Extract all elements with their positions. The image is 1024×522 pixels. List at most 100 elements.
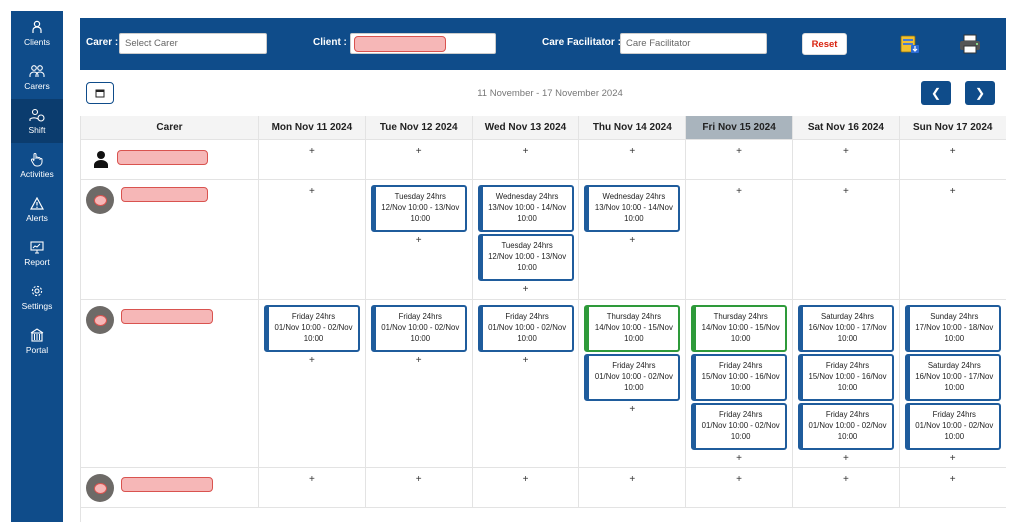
add-shift-button[interactable]: +: [579, 146, 685, 157]
day-cell: Friday 24hrs 01/Nov 10:00 - 02/Nov 10:00 +: [259, 300, 366, 468]
shift-card[interactable]: Friday 24hrs 01/Nov 10:00 - 02/Nov 10:00: [477, 305, 574, 352]
add-shift-button[interactable]: +: [579, 404, 685, 415]
carer-cell: [81, 140, 259, 180]
add-shift-button[interactable]: +: [793, 146, 899, 157]
sidebar-item-shift[interactable]: Shift: [11, 99, 63, 143]
shift-title: Friday 24hrs: [825, 361, 870, 370]
day-cell: +: [899, 140, 1006, 180]
shift-end-time: 10:00: [837, 383, 858, 392]
sidebar-item-alerts[interactable]: Alerts: [11, 187, 63, 231]
day-cell: Friday 24hrs 01/Nov 10:00 - 02/Nov 10:00 +: [472, 300, 580, 468]
add-shift-button[interactable]: +: [579, 235, 685, 246]
shift-card[interactable]: Friday 24hrs 01/Nov 10:00 - 02/Nov 10:00: [264, 305, 360, 352]
shift-time-range: 13/Nov 10:00 - 14/Nov: [594, 203, 673, 212]
shift-card[interactable]: Friday 24hrs 01/Nov 10:00 - 02/Nov 10:00: [691, 403, 788, 450]
add-shift-button[interactable]: +: [900, 453, 1006, 464]
previous-week-button[interactable]: ❮: [921, 81, 951, 105]
shift-card[interactable]: Tuesday 24hrs 12/Nov 10:00 - 13/Nov 10:00: [477, 234, 574, 281]
day-cell: +: [259, 180, 366, 300]
sidebar-item-portal[interactable]: Portal: [11, 319, 63, 363]
sidebar-item-carers[interactable]: Carers: [11, 55, 63, 99]
monitor-icon: [29, 239, 45, 255]
add-shift-button[interactable]: +: [686, 186, 792, 197]
carer-cell: [81, 468, 259, 508]
add-shift-button[interactable]: +: [473, 146, 579, 157]
hand-icon: [29, 151, 45, 167]
add-shift-button[interactable]: +: [793, 453, 899, 464]
shift-card[interactable]: Wednesday 24hrs 13/Nov 10:00 - 14/Nov 10:0…: [477, 185, 574, 232]
shift-card[interactable]: Friday 24hrs 01/Nov 10:00 - 02/Nov 10:00: [584, 354, 681, 401]
shift-title: Thursday 24hrs: [606, 312, 661, 321]
add-shift-button[interactable]: +: [259, 146, 365, 157]
client-select-input[interactable]: [350, 33, 496, 54]
add-shift-button[interactable]: +: [366, 146, 472, 157]
shift-card[interactable]: Tuesday 24hrs 12/Nov 10:00 - 13/Nov 10:00: [370, 185, 467, 232]
shift-card[interactable]: Friday 24hrs 01/Nov 10:00 - 02/Nov 10:00: [370, 305, 467, 352]
add-shift-button[interactable]: +: [366, 355, 472, 366]
shift-card[interactable]: Friday 24hrs 01/Nov 10:00 - 02/Nov 10:00: [798, 403, 894, 450]
reset-button[interactable]: Reset: [802, 33, 847, 55]
carer-select-input[interactable]: [119, 33, 267, 54]
shift-title: Tuesday 24hrs: [394, 192, 446, 201]
day-header: Tue Nov 12 2024: [365, 116, 473, 140]
shift-card[interactable]: Friday 24hrs 01/Nov 10:00 - 02/Nov 10:00: [904, 403, 1001, 450]
day-header: Fri Nov 15 2024: [686, 116, 793, 140]
add-shift-button[interactable]: +: [686, 453, 792, 464]
shift-card[interactable]: Saturday 24hrs 16/Nov 10:00 - 17/Nov 10:00: [904, 354, 1001, 401]
gear-icon: [29, 283, 45, 299]
printer-icon[interactable]: [956, 30, 984, 58]
add-shift-button[interactable]: +: [366, 474, 472, 485]
sidebar-item-settings[interactable]: Settings: [11, 275, 63, 319]
add-shift-button[interactable]: +: [900, 474, 1006, 485]
shift-card[interactable]: Sunday 24hrs 17/Nov 10:00 - 18/Nov 10:00: [904, 305, 1001, 352]
shift-time-range: 15/Nov 10:00 - 16/Nov: [808, 372, 887, 381]
shift-end-time: 10:00: [517, 263, 537, 272]
shift-card[interactable]: Saturday 24hrs 16/Nov 10:00 - 17/Nov 10:00: [798, 305, 894, 352]
add-shift-button[interactable]: +: [473, 284, 579, 295]
care-facilitator-input[interactable]: [620, 33, 767, 54]
warning-icon: [29, 195, 45, 211]
day-cell: +: [259, 468, 366, 508]
shift-title: Thursday 24hrs: [713, 312, 768, 321]
export-icon[interactable]: [896, 30, 924, 58]
shift-title: Friday 24hrs: [719, 361, 763, 370]
day-cell: +: [793, 140, 900, 180]
add-shift-button[interactable]: +: [793, 186, 899, 197]
add-shift-button[interactable]: +: [366, 235, 472, 246]
shift-card[interactable]: Friday 24hrs 15/Nov 10:00 - 16/Nov 10:00: [691, 354, 788, 401]
sidebar-item-report[interactable]: Report: [11, 231, 63, 275]
day-cell: +: [579, 468, 687, 508]
client-filter-label: Client :: [313, 37, 347, 48]
add-shift-button[interactable]: +: [473, 474, 579, 485]
shift-card[interactable]: Thursday 24hrs 14/Nov 10:00 - 15/Nov 10:00: [691, 305, 788, 352]
sidebar-item-clients[interactable]: Clients: [11, 11, 63, 55]
shift-card[interactable]: Friday 24hrs 15/Nov 10:00 - 16/Nov 10:00: [798, 354, 894, 401]
shift-icon: [29, 107, 45, 123]
shift-end-time: 10:00: [944, 432, 965, 441]
add-shift-button[interactable]: +: [473, 355, 579, 366]
calendar-picker-button[interactable]: [86, 82, 114, 104]
shift-title: Saturday 24hrs: [927, 361, 981, 370]
shift-time-range: 15/Nov 10:00 - 16/Nov: [701, 372, 780, 381]
shift-time-range: 16/Nov 10:00 - 17/Nov: [808, 323, 887, 332]
add-shift-button[interactable]: +: [259, 474, 365, 485]
sidebar-item-activities[interactable]: Activities: [11, 143, 63, 187]
next-week-button[interactable]: ❯: [965, 81, 995, 105]
add-shift-button[interactable]: +: [900, 146, 1006, 157]
building-icon: [29, 327, 45, 343]
shift-title: Friday 24hrs: [719, 410, 763, 419]
day-cell: +: [365, 468, 473, 508]
add-shift-button[interactable]: +: [686, 146, 792, 157]
shift-card[interactable]: Thursday 24hrs 14/Nov 10:00 - 15/Nov 10:00: [584, 305, 681, 352]
shift-time-range: 12/Nov 10:00 - 13/Nov: [488, 252, 567, 261]
carer-column-header: Carer: [81, 116, 259, 140]
add-shift-button[interactable]: +: [900, 186, 1006, 197]
person-icon: [94, 151, 108, 168]
shift-card[interactable]: Wednesday 24hrs 13/Nov 10:00 - 14/Nov 10:0…: [584, 185, 681, 232]
avatar: [86, 474, 114, 502]
add-shift-button[interactable]: +: [686, 474, 792, 485]
add-shift-button[interactable]: +: [579, 474, 685, 485]
add-shift-button[interactable]: +: [793, 474, 899, 485]
add-shift-button[interactable]: +: [259, 186, 365, 197]
add-shift-button[interactable]: +: [259, 355, 365, 366]
